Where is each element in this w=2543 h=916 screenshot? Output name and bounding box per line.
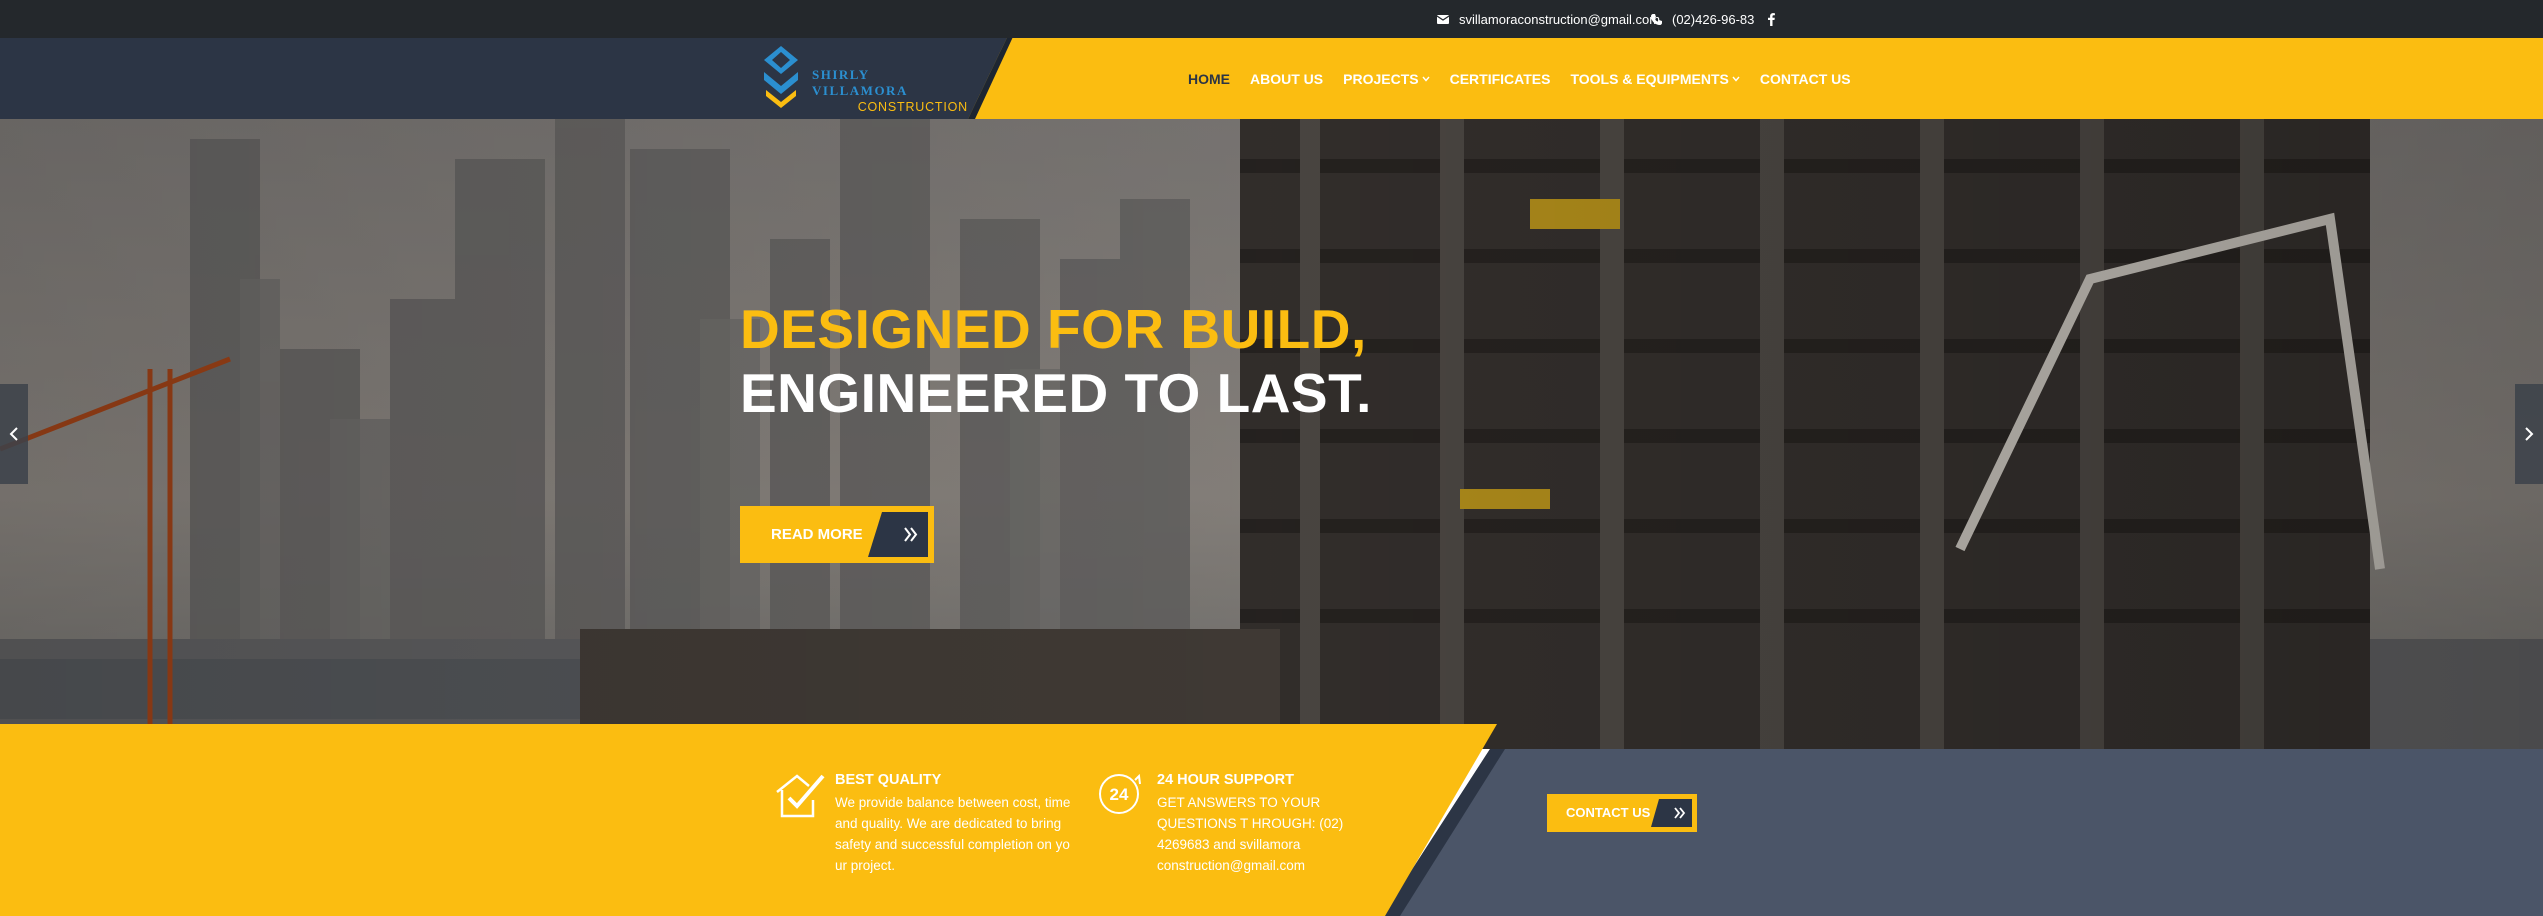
nav-projects-label: PROJECTS	[1343, 70, 1419, 87]
topbar-phone-text: (02)426-96-83	[1672, 11, 1755, 27]
read-more-button[interactable]: READ MORE	[740, 506, 934, 563]
nav-contact-us[interactable]: CONTACT US	[1760, 71, 1851, 87]
topbar-email[interactable]: svillamoraconstruction@gmail.com	[1437, 0, 1660, 38]
nav-about-label: ABOUT US	[1250, 70, 1324, 87]
read-more-label: READ MORE	[771, 526, 863, 543]
topbar-phone[interactable]: (02)426-96-83	[1651, 0, 1754, 38]
logo-subtitle: CONSTRUCTION	[857, 100, 968, 114]
24-hour-icon: 24	[1097, 770, 1145, 823]
contact-us-button-label: CONTACT US	[1566, 805, 1651, 820]
feature-quality-text: We provide balance between cost, time an…	[835, 795, 1071, 873]
hero-title: DESIGNED FOR BUILD, ENGINEERED TO LAST.	[740, 297, 1372, 425]
chevron-right-icon	[2525, 427, 2534, 441]
contact-us-button[interactable]: CONTACT US	[1547, 794, 1697, 832]
slider-prev-button[interactable]	[0, 384, 28, 484]
main-nav: HOME ABOUT US PROJECTS CERTIFICATES TOOL…	[1188, 38, 1871, 119]
hero-slider: DESIGNED FOR BUILD, ENGINEERED TO LAST. …	[0, 119, 2543, 749]
facebook-icon	[1768, 12, 1775, 26]
nav-projects[interactable]: PROJECTS	[1343, 70, 1430, 87]
feature-support-title: 24 HOUR SUPPORT	[1157, 772, 1294, 788]
feature-24-hour-support: 24 HOUR SUPPORT GET ANSWERS TO YOUR QUES…	[1157, 772, 1387, 876]
nav-tools-label: TOOLS & EQUIPMENTS	[1570, 70, 1729, 87]
site-header: SHIRLY VILLAMORA CONSTRUCTION HOME ABOUT…	[0, 38, 2543, 119]
logo-name: SHIRLY VILLAMORA	[812, 67, 908, 98]
nav-tools-equipments[interactable]: TOOLS & EQUIPMENTS	[1570, 70, 1740, 87]
facebook-link[interactable]	[1768, 0, 1785, 38]
nav-home-label: HOME	[1188, 70, 1230, 87]
chevron-left-icon	[9, 427, 18, 441]
svg-text:24: 24	[1110, 785, 1129, 804]
logo-mark-icon	[764, 46, 798, 108]
logo-text: SHIRLY VILLAMORA CONSTRUCTION	[812, 67, 968, 115]
phone-icon	[1651, 13, 1662, 25]
nav-about-us[interactable]: ABOUT US	[1250, 71, 1323, 87]
nav-home[interactable]: HOME	[1188, 71, 1230, 87]
nav-contact-label: CONTACT US	[1759, 70, 1851, 87]
hero-title-line-1: DESIGNED FOR BUILD,	[740, 298, 1367, 360]
page: svillamoraconstruction@gmail.com (02)426…	[0, 0, 2543, 916]
features-strip: BEST QUALITY We provide balance between …	[0, 724, 2543, 916]
feature-quality-title: BEST QUALITY	[835, 772, 942, 788]
chevron-down-icon	[1422, 76, 1430, 82]
hero-background-image	[0, 119, 2543, 749]
chevron-down-icon	[1732, 76, 1740, 82]
slider-next-button[interactable]	[2515, 384, 2543, 484]
feature-best-quality: BEST QUALITY We provide balance between …	[835, 772, 1071, 876]
nav-certificates-label: CERTIFICATES	[1449, 70, 1551, 87]
hero-title-line-2: ENGINEERED TO LAST.	[740, 362, 1372, 424]
top-bar: svillamoraconstruction@gmail.com (02)426…	[0, 0, 2543, 38]
envelope-icon	[1437, 14, 1449, 24]
feature-support-text: GET ANSWERS TO YOUR QUESTIONS T HROUGH: …	[1157, 795, 1344, 873]
topbar-email-text: svillamoraconstruction@gmail.com	[1459, 11, 1661, 27]
site-logo[interactable]: SHIRLY VILLAMORA CONSTRUCTION	[758, 46, 968, 114]
nav-certificates[interactable]: CERTIFICATES	[1450, 71, 1551, 87]
check-house-icon	[773, 770, 829, 825]
